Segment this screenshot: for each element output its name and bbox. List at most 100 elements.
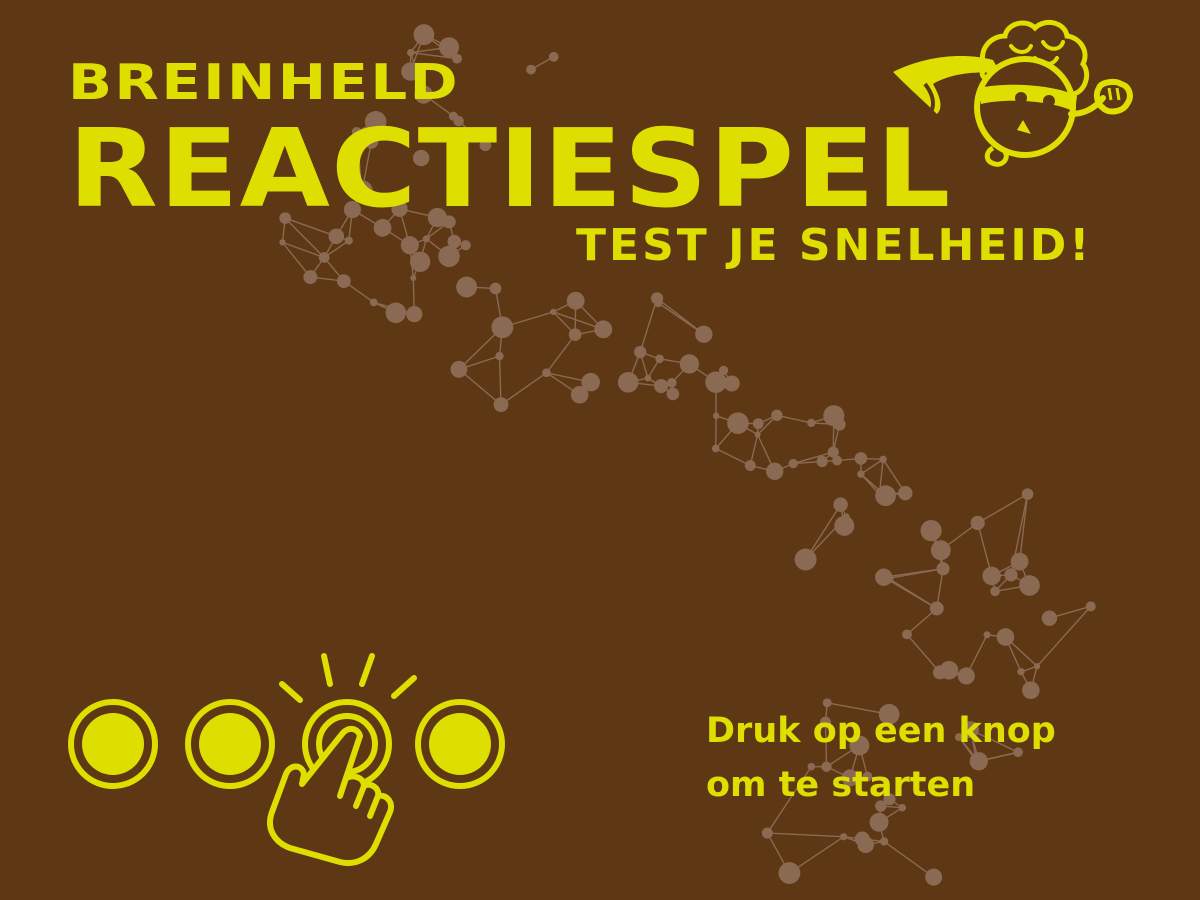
network-node <box>778 862 801 884</box>
arcade-button-1[interactable] <box>68 699 158 789</box>
network-node <box>876 490 883 498</box>
network-node <box>1085 601 1096 612</box>
network-node <box>548 51 559 62</box>
network-node <box>617 371 639 393</box>
network-node <box>712 412 720 420</box>
network-node <box>550 308 557 316</box>
instruction-line-2: om te starten <box>706 765 976 805</box>
network-node <box>807 418 816 428</box>
network-node <box>970 515 985 531</box>
network-node <box>869 812 889 832</box>
network-node <box>833 418 846 431</box>
network-node <box>827 446 839 458</box>
network-node <box>303 270 318 285</box>
network-node <box>879 837 889 846</box>
network-node <box>996 628 1015 646</box>
network-node <box>879 455 887 464</box>
network-node <box>982 566 1001 586</box>
network-node <box>957 667 975 685</box>
network-node <box>410 275 417 282</box>
network-node <box>930 540 951 561</box>
network-node <box>816 455 828 468</box>
network-node <box>666 377 677 388</box>
network-node <box>385 302 407 324</box>
network-node <box>936 562 950 576</box>
network-node <box>568 328 582 341</box>
network-edge <box>888 577 938 610</box>
network-node <box>754 431 761 438</box>
network-edge <box>500 372 547 406</box>
network-node <box>644 374 652 382</box>
network-node <box>336 274 351 289</box>
network-node <box>771 409 783 421</box>
network-node <box>1033 663 1041 670</box>
network-node <box>695 325 713 343</box>
network-node <box>653 298 663 308</box>
network-node <box>450 360 468 378</box>
network-node <box>493 397 509 413</box>
network-edge <box>888 568 944 580</box>
brand-title: BREINHELD <box>68 54 460 111</box>
network-edge <box>767 832 844 838</box>
network-node <box>833 497 848 512</box>
arcade-button-4[interactable] <box>415 699 505 789</box>
network-node <box>920 519 942 542</box>
network-edge <box>906 633 941 673</box>
network-node <box>788 458 799 469</box>
network-node <box>526 64 536 75</box>
arcade-button-2[interactable] <box>185 699 275 789</box>
network-node <box>460 240 471 251</box>
network-node <box>744 460 756 472</box>
network-node <box>854 831 870 847</box>
network-node <box>705 371 727 393</box>
game-subtitle: TEST JE SNELHEID! <box>576 220 1093 271</box>
network-node <box>854 452 868 465</box>
network-node <box>566 291 585 310</box>
network-edge <box>639 298 658 353</box>
network-node <box>883 573 894 584</box>
network-node <box>929 601 944 616</box>
start-screen[interactable]: BREINHELD REACTIESPEL TEST JE SNELHEID! <box>0 0 1200 900</box>
network-node <box>990 586 1000 597</box>
network-node <box>422 235 430 243</box>
network-node <box>594 320 613 339</box>
network-node <box>413 24 435 46</box>
network-node <box>438 245 460 268</box>
network-node <box>679 354 700 374</box>
network-node <box>840 833 848 841</box>
network-node <box>654 378 669 394</box>
network-node <box>666 387 680 401</box>
start-instruction: Druk op een knop om te starten <box>706 704 1176 812</box>
arcade-buttons[interactable] <box>60 650 520 870</box>
instruction-line-1: Druk op een knop <box>706 711 1056 751</box>
network-node <box>1021 488 1034 500</box>
network-node <box>761 827 773 839</box>
network-node <box>344 236 353 245</box>
network-node <box>400 236 419 255</box>
network-node <box>794 548 817 571</box>
network-edge <box>715 447 751 467</box>
network-edge <box>883 840 935 878</box>
network-node <box>932 665 947 680</box>
network-node <box>1041 610 1058 626</box>
network-node <box>857 470 865 478</box>
network-node <box>489 282 502 295</box>
network-node <box>898 485 913 501</box>
network-node <box>409 251 431 272</box>
network-node <box>1022 681 1040 700</box>
network-node <box>1010 552 1029 571</box>
network-node <box>491 316 514 339</box>
network-node <box>1004 568 1018 582</box>
network-node <box>1019 575 1040 596</box>
network-edge <box>977 493 1028 524</box>
network-node <box>752 418 764 430</box>
network-node <box>983 631 991 639</box>
network-node <box>369 298 378 307</box>
network-node <box>727 412 749 434</box>
network-node <box>902 629 912 640</box>
network-node <box>570 386 589 404</box>
network-node <box>634 345 647 359</box>
network-node <box>925 868 943 886</box>
network-node <box>842 513 850 521</box>
network-node <box>456 276 478 298</box>
